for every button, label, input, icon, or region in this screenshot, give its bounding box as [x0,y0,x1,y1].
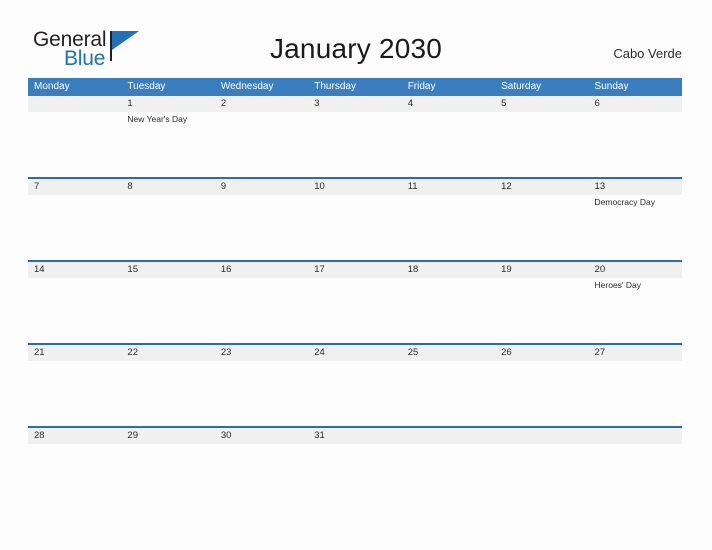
day-number[interactable] [589,428,682,444]
weekday-thursday: Thursday [314,81,356,92]
weekday-monday: Monday [34,81,70,92]
week-row: 1 2 3 4 5 6 New Year's Day [28,96,682,177]
day-event[interactable] [495,112,588,177]
day-number[interactable]: 20 [589,262,682,278]
day-number[interactable]: 6 [589,96,682,112]
week-row: 21 22 23 24 25 26 27 [28,343,682,426]
day-event[interactable] [215,361,308,426]
day-number[interactable]: 21 [28,345,121,361]
weekday-sunday: Sunday [594,81,629,92]
week-events-band [28,361,682,426]
day-number[interactable]: 8 [121,179,214,195]
week-row: 28 29 30 31 [28,426,682,444]
day-number[interactable]: 24 [308,345,401,361]
day-number[interactable]: 13 [589,179,682,195]
day-event[interactable] [215,278,308,343]
day-number[interactable]: 4 [402,96,495,112]
day-event[interactable] [495,361,588,426]
day-event[interactable]: Heroes' Day [589,278,682,343]
week-events-band: Heroes' Day [28,278,682,343]
day-event[interactable]: New Year's Day [121,112,214,177]
calendar-grid: Monday Tuesday Wednesday Thursday Friday… [28,78,682,444]
weekday-wednesday: Wednesday [220,81,274,92]
day-number[interactable]: 10 [308,179,401,195]
day-number[interactable]: 9 [215,179,308,195]
day-event[interactable] [589,361,682,426]
day-number[interactable]: 18 [402,262,495,278]
day-event[interactable] [308,112,401,177]
weekday-tuesday: Tuesday [127,81,166,92]
week-dates-band: 1 2 3 4 5 6 [28,96,682,112]
day-event[interactable] [28,361,121,426]
day-number[interactable]: 16 [215,262,308,278]
weekday-header-row: Monday Tuesday Wednesday Thursday Friday… [28,78,682,96]
day-event[interactable] [28,112,121,177]
day-event[interactable] [28,195,121,260]
day-event[interactable] [121,195,214,260]
day-event[interactable] [495,195,588,260]
day-number[interactable] [28,96,121,112]
day-number[interactable]: 19 [495,262,588,278]
day-event[interactable] [402,278,495,343]
week-row: 14 15 16 17 18 19 20 Heroes' Day [28,260,682,343]
day-event[interactable] [402,195,495,260]
calendar-page: General Blue January 2030 Cabo Verde Mon… [0,0,712,550]
day-number[interactable]: 11 [402,179,495,195]
day-event[interactable] [121,361,214,426]
day-number[interactable]: 29 [121,428,214,444]
week-dates-band: 21 22 23 24 25 26 27 [28,345,682,361]
day-number[interactable]: 3 [308,96,401,112]
day-event[interactable] [215,195,308,260]
day-number[interactable]: 30 [215,428,308,444]
day-event[interactable] [308,361,401,426]
page-title: January 2030 [269,33,443,64]
day-number[interactable] [495,428,588,444]
day-number[interactable]: 7 [28,179,121,195]
week-events-band: New Year's Day [28,112,682,177]
day-event[interactable] [121,278,214,343]
day-number[interactable]: 15 [121,262,214,278]
day-event[interactable]: Democracy Day [589,195,682,260]
week-dates-band: 14 15 16 17 18 19 20 [28,262,682,278]
day-number[interactable]: 17 [308,262,401,278]
day-number[interactable]: 22 [121,345,214,361]
day-number[interactable]: 25 [402,345,495,361]
day-event[interactable] [402,361,495,426]
day-number[interactable] [402,428,495,444]
day-number[interactable]: 27 [589,345,682,361]
day-event[interactable] [402,112,495,177]
day-number[interactable]: 26 [495,345,588,361]
day-number[interactable]: 5 [495,96,588,112]
week-dates-band: 28 29 30 31 [28,428,682,444]
day-number[interactable]: 31 [308,428,401,444]
day-number[interactable]: 28 [28,428,121,444]
week-events-band: Democracy Day [28,195,682,260]
day-event[interactable] [495,278,588,343]
weekday-friday: Friday [407,81,436,92]
day-number[interactable]: 14 [28,262,121,278]
week-row: 7 8 9 10 11 12 13 Democracy Day [28,177,682,260]
day-event[interactable] [308,278,401,343]
week-dates-band: 7 8 9 10 11 12 13 [28,179,682,195]
weekday-saturday: Saturday [501,81,542,92]
page-header: General Blue January 2030 Cabo Verde [0,0,712,78]
day-number[interactable]: 12 [495,179,588,195]
day-event[interactable] [589,112,682,177]
country-label: Cabo Verde [613,46,682,61]
day-number[interactable]: 23 [215,345,308,361]
day-event[interactable] [308,195,401,260]
day-number[interactable]: 2 [215,96,308,112]
day-event[interactable] [215,112,308,177]
day-event[interactable] [28,278,121,343]
day-number[interactable]: 1 [121,96,214,112]
